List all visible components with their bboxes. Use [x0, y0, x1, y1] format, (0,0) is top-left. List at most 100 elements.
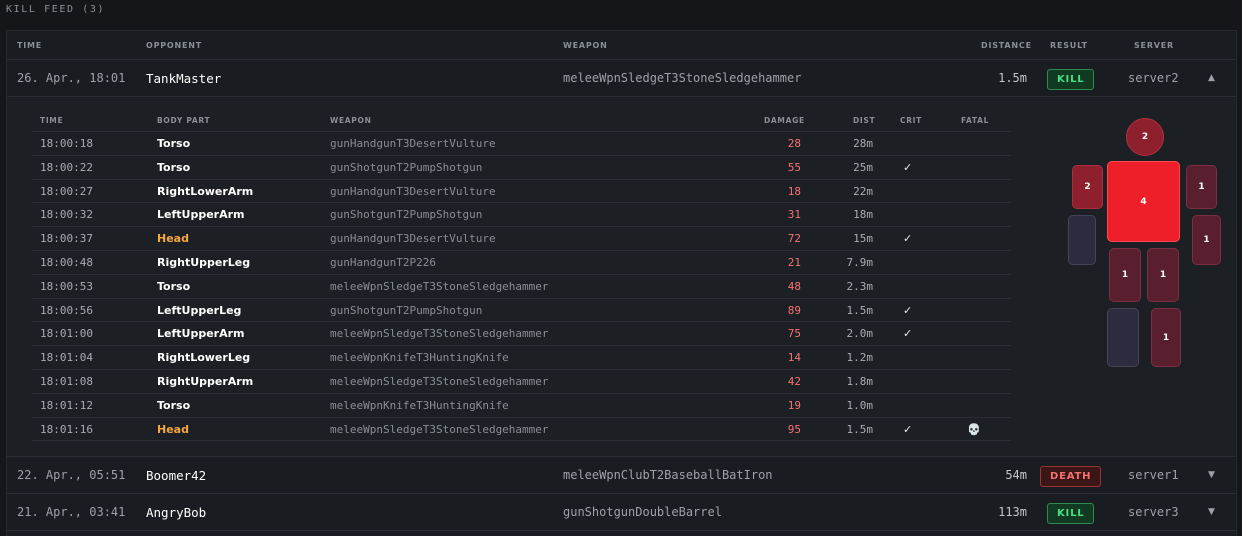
crit-check-icon: ✓ — [903, 303, 913, 317]
hit-dist: 2.0m — [846, 327, 874, 341]
crit-check-icon: ✓ — [903, 327, 913, 341]
hit-time: 18:00:22 — [40, 160, 93, 174]
body-right-lower-leg: 1 — [1151, 308, 1181, 367]
chevron-up-icon[interactable]: ▲ — [1208, 73, 1215, 83]
hit-row: 18:00:22 Torso gunShotgunT2PumpShotgun 55 25… — [32, 156, 1011, 180]
hit-body-part: RightLowerArm — [157, 184, 254, 198]
hit-time: 18:00:37 — [40, 232, 93, 246]
body-left-upper-arm: 2 — [1072, 165, 1103, 209]
chevron-down-icon[interactable]: ▼ — [1208, 470, 1215, 480]
hit-time: 18:00:27 — [40, 184, 93, 198]
result-badge: KILL — [1047, 503, 1095, 524]
hit-col-fatal: FATAL — [961, 116, 990, 125]
body-torso: 4 — [1107, 161, 1180, 242]
hit-col-time: TIME — [40, 116, 64, 125]
hit-weapon: gunShotgunT2PumpShotgun — [330, 208, 483, 222]
hit-dist: 2.3m — [846, 279, 874, 293]
table-row[interactable]: 22. Apr., 05:51 Boomer42 meleeWpnClubT2B… — [7, 457, 1236, 494]
hit-row: 18:00:48 RightUpperLeg gunHandgunT2P226 21 7… — [32, 251, 1011, 275]
hit-row: 18:00:32 LeftUpperArm gunShotgunT2PumpShot… — [32, 203, 1011, 228]
hit-row: 18:00:56 LeftUpperLeg gunShotgunT2PumpShot… — [32, 299, 1011, 323]
hit-dist: 1.0m — [846, 398, 874, 412]
hit-detail-panel: TIME BODY PART WEAPON DAMAGE DIST CRIT F… — [7, 98, 1236, 457]
hit-row: 18:00:27 RightLowerArm gunHandgunT3DesertV… — [32, 180, 1011, 204]
hit-col-weapon: WEAPON — [330, 116, 372, 125]
hit-body-part: RightUpperLeg — [157, 255, 251, 269]
body-left-lower-leg — [1107, 308, 1139, 367]
hit-body-part: Head — [157, 422, 189, 436]
hit-damage: 75 — [787, 327, 801, 341]
hit-damage: 14 — [787, 351, 801, 365]
hit-table-header: TIME BODY PART WEAPON DAMAGE DIST CRIT F… — [32, 110, 1011, 132]
hit-time: 18:00:53 — [40, 279, 93, 293]
body-left-upper-leg: 1 — [1109, 248, 1141, 302]
hit-weapon: meleeWpnKnifeT3HuntingKnife — [330, 351, 509, 365]
hit-damage: 28 — [787, 137, 801, 150]
chevron-down-icon[interactable]: ▼ — [1208, 507, 1215, 517]
table-row[interactable]: 21. Apr., 03:41 AngryBob gunShotgunDoubl… — [7, 494, 1236, 531]
hit-time: 18:00:56 — [40, 303, 93, 317]
hit-time: 18:00:18 — [40, 137, 93, 150]
hit-body-part: LeftUpperArm — [157, 327, 245, 341]
hit-row: 18:00:18 Torso gunHandgunT3DesertVulture 28… — [32, 132, 1011, 156]
row-distance: 1.5m — [998, 71, 1027, 85]
row-opponent: AngryBob — [146, 505, 207, 520]
hit-col-damage: DAMAGE — [764, 116, 805, 125]
kill-feed-table: TIME OPPONENT WEAPON DISTANCE RESULT SER… — [6, 30, 1237, 536]
hit-col-crit: CRIT — [900, 116, 922, 125]
hit-row: 18:01:04 RightLowerLeg meleeWpnKnifeT3Hunt… — [32, 346, 1011, 370]
hit-weapon: gunHandgunT3DesertVulture — [330, 137, 496, 150]
hit-weapon: meleeWpnSledgeT3StoneSledgehammer — [330, 422, 549, 436]
col-server: SERVER — [1134, 41, 1175, 50]
hit-row: 18:01:12 Torso meleeWpnKnifeT3HuntingKnife… — [32, 394, 1011, 418]
body-hit-map: 2 4 2 1 1 1 1 1 — [1062, 118, 1222, 378]
feed-title: KILL FEED (3) — [6, 4, 106, 15]
table-row[interactable]: 26. Apr., 18:01 TankMaster meleeWpnSledg… — [7, 60, 1236, 97]
hit-dist: 1.5m — [846, 303, 874, 317]
hit-body-part: Head — [157, 232, 189, 246]
hit-body-part: Torso — [157, 398, 191, 412]
hit-body-part: LeftUpperArm — [157, 208, 245, 222]
skull-icon: 💀 — [967, 422, 981, 436]
hit-body-part: LeftUpperLeg — [157, 303, 242, 317]
hit-dist: 7.9m — [846, 255, 874, 269]
hit-table: TIME BODY PART WEAPON DAMAGE DIST CRIT F… — [32, 110, 1011, 442]
hit-row: 18:01:08 RightUpperArm meleeWpnSledgeT3Sto… — [32, 370, 1011, 394]
col-opponent: OPPONENT — [146, 41, 203, 50]
hit-damage: 19 — [787, 398, 801, 412]
hit-damage: 31 — [787, 208, 801, 222]
hit-rows: 18:00:18 Torso gunHandgunT3DesertVulture 28… — [32, 132, 1011, 442]
hit-damage: 18 — [787, 184, 801, 198]
hit-row: 18:01:16 Head meleeWpnSledgeT3StoneSledgeh… — [32, 418, 1011, 442]
hit-col-dist: DIST — [853, 116, 876, 125]
row-time: 22. Apr., 05:51 — [17, 468, 126, 482]
col-weapon: WEAPON — [563, 41, 608, 50]
col-distance: DISTANCE — [981, 41, 1032, 50]
body-head: 2 — [1126, 118, 1164, 156]
col-result: RESULT — [1050, 41, 1088, 50]
hit-damage: 48 — [787, 279, 801, 293]
hit-damage: 95 — [787, 422, 801, 436]
hit-weapon: meleeWpnSledgeT3StoneSledgehammer — [330, 279, 549, 293]
hit-col-body-part: BODY PART — [157, 116, 211, 125]
hit-damage: 21 — [787, 255, 801, 269]
hit-time: 18:01:16 — [40, 422, 93, 436]
result-badge: DEATH — [1040, 466, 1102, 487]
row-weapon: meleeWpnSledgeT3StoneSledgehammer — [563, 71, 802, 85]
hit-damage: 42 — [787, 374, 801, 388]
hit-body-part: Torso — [157, 137, 191, 150]
hit-dist: 28m — [853, 137, 873, 150]
row-time: 21. Apr., 03:41 — [17, 505, 126, 519]
hit-dist: 18m — [853, 208, 873, 222]
body-left-lower-arm — [1068, 215, 1096, 265]
hit-time: 18:00:32 — [40, 208, 93, 222]
hit-weapon: gunShotgunT2PumpShotgun — [330, 160, 483, 174]
hit-weapon: gunShotgunT2PumpShotgun — [330, 303, 483, 317]
table-header: TIME OPPONENT WEAPON DISTANCE RESULT SER… — [7, 31, 1236, 60]
hit-time: 18:01:12 — [40, 398, 93, 412]
crit-check-icon: ✓ — [903, 232, 913, 246]
hit-dist: 1.8m — [846, 374, 874, 388]
row-opponent: TankMaster — [146, 71, 222, 86]
hit-body-part: Torso — [157, 160, 191, 174]
row-server: server3 — [1128, 505, 1179, 519]
